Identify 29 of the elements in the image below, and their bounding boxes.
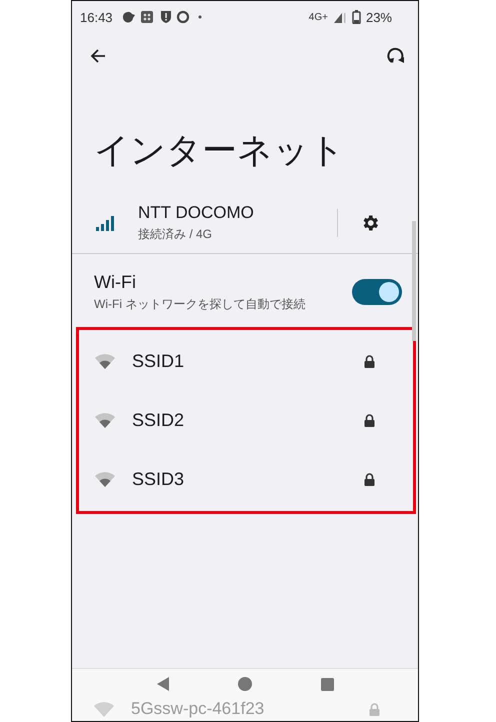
network-type: 4G+ bbox=[308, 12, 328, 22]
wifi-label: Wi-Fi bbox=[94, 272, 137, 292]
wifi-icon bbox=[95, 354, 115, 369]
refresh-icon[interactable] bbox=[387, 47, 405, 65]
wifi-toggle[interactable] bbox=[352, 279, 402, 305]
network-item[interactable]: SSID2 bbox=[79, 391, 413, 450]
wifi-icon bbox=[95, 413, 115, 428]
status-time: 16:43 bbox=[80, 10, 113, 24]
network-item[interactable]: SSID1 bbox=[79, 332, 413, 391]
back-icon[interactable] bbox=[156, 676, 170, 692]
connection-status: 接続済み / 4G bbox=[138, 226, 214, 243]
battery-icon bbox=[352, 10, 361, 24]
wifi-icon bbox=[94, 702, 114, 716]
wifi-icon bbox=[95, 472, 115, 487]
signal-icon bbox=[96, 215, 116, 231]
page-title: インターネット bbox=[94, 131, 346, 171]
recents-icon[interactable] bbox=[320, 678, 334, 690]
scrollbar[interactable] bbox=[412, 221, 416, 341]
back-arrow-icon[interactable] bbox=[90, 48, 106, 64]
network-name: 5Gssw-pc-461f23 bbox=[131, 699, 266, 719]
signal-icon bbox=[332, 11, 347, 23]
network-item[interactable]: SSID3 bbox=[79, 450, 413, 509]
home-icon[interactable] bbox=[238, 677, 252, 691]
wifi-description: Wi-Fi ネットワークを探して自動で接続 bbox=[94, 296, 306, 312]
network-name: SSID2 bbox=[132, 410, 186, 431]
battery-percent: 23% bbox=[366, 10, 392, 24]
carrier-name: NTT DOCOMO bbox=[138, 203, 255, 223]
network-name: SSID1 bbox=[132, 351, 186, 372]
network-name: SSID3 bbox=[132, 469, 186, 490]
